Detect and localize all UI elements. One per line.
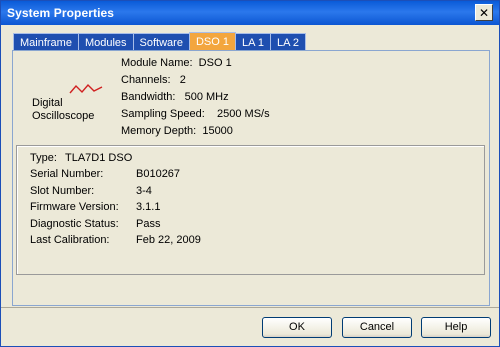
title-bar[interactable]: System Properties ✕ [1, 1, 499, 25]
tab-la-2[interactable]: LA 2 [270, 33, 307, 51]
tab-la-1[interactable]: LA 1 [234, 33, 272, 51]
ok-button[interactable]: OK [262, 317, 332, 338]
tab-modules[interactable]: Modules [77, 33, 134, 51]
module-info: Module Name: DSO 1 Channels: 2 Bandwidth… [121, 55, 270, 140]
info-bandwidth: Bandwidth: 500 MHz [121, 91, 229, 103]
device-type-line1: Digital [32, 97, 63, 109]
tab-strip: Mainframe Modules Software DSO 1 LA 1 LA… [13, 32, 307, 51]
close-button[interactable]: ✕ [475, 4, 493, 21]
waveform-icon [69, 83, 103, 94]
info-module-name: Module Name: DSO 1 [121, 57, 232, 69]
footer-separator [1, 307, 499, 308]
close-icon: ✕ [478, 5, 490, 20]
tab-dso-1[interactable]: DSO 1 [188, 32, 236, 51]
info-sampling-speed: Sampling Speed: 2500 MS/s [121, 108, 270, 120]
tab-software[interactable]: Software [132, 33, 190, 51]
help-button[interactable]: Help [421, 317, 491, 338]
details-box: Type: TLA7D1 DSO Serial Number: B010267 … [16, 145, 485, 275]
cancel-button[interactable]: Cancel [342, 317, 412, 338]
info-memory-depth: Memory Depth: 15000 [121, 125, 233, 137]
tab-mainframe[interactable]: Mainframe [13, 33, 79, 51]
device-type-line2: Oscilloscope [32, 110, 95, 122]
info-channels: Channels: 2 [121, 74, 186, 86]
device-type-label: Digital Oscilloscope [32, 97, 94, 123]
window-title: System Properties [7, 6, 115, 20]
system-properties-dialog: System Properties ✕ Mainframe Modules So… [0, 0, 500, 347]
